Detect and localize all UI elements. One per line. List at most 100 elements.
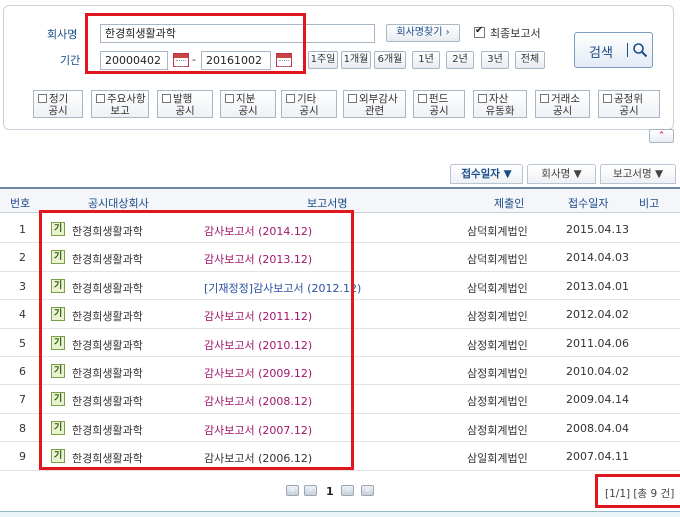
search-icon	[633, 43, 648, 58]
row-number: 8	[19, 421, 26, 435]
category-label-2: 공시	[429, 105, 449, 117]
prev-page-button[interactable]: ‹	[304, 485, 317, 496]
category-checkbox[interactable]	[540, 94, 549, 103]
category-label: 펀드	[429, 93, 449, 105]
current-page[interactable]: 1	[326, 485, 334, 498]
next-page-button[interactable]: ›	[341, 485, 354, 496]
receipt-date: 2013.04.01	[566, 279, 629, 293]
category-label-2: 보고	[110, 105, 130, 117]
last-page-button[interactable]: »	[361, 485, 374, 496]
receipt-date: 2011.04.06	[566, 336, 629, 350]
final-report-label: 최종보고서	[490, 27, 541, 40]
period-2year-button[interactable]: 2년	[446, 51, 474, 69]
category-fund[interactable]: 펀드 공시	[413, 90, 465, 118]
submitter: 삼일회계법인	[467, 452, 528, 466]
header-submitter: 제출인	[494, 197, 525, 210]
period-all-button[interactable]: 전체	[515, 51, 545, 69]
category-checkbox[interactable]	[418, 94, 427, 103]
category-checkbox[interactable]	[286, 94, 295, 103]
receipt-date: 2007.04.11	[566, 450, 629, 464]
submitter: 삼정회계법인	[467, 367, 528, 380]
period-6month-button[interactable]: 6개월	[374, 51, 406, 69]
header-report: 보고서명	[307, 197, 348, 210]
category-ftc[interactable]: 공정위 공시	[598, 90, 660, 118]
category-other[interactable]: 기타 공시	[281, 90, 337, 118]
search-divider	[627, 43, 628, 57]
row-number: 6	[19, 365, 26, 378]
category-checkbox[interactable]	[96, 94, 105, 103]
header-company: 공시대상회사	[88, 197, 149, 210]
search-button[interactable]: 검색	[574, 32, 653, 68]
category-audit[interactable]: 외부감사 관련	[343, 90, 406, 118]
submitter: 삼덕회계법인	[467, 225, 528, 238]
period-3year-button[interactable]: 3년	[481, 51, 509, 69]
category-checkbox[interactable]	[603, 94, 612, 103]
category-checkbox[interactable]	[478, 94, 487, 103]
submitter: 삼정회계법인	[467, 310, 528, 324]
receipt-date: 2015.04.13	[566, 223, 629, 236]
row-number: 1	[19, 223, 26, 236]
row-number: 9	[19, 450, 26, 464]
header-number: 번호	[10, 197, 31, 210]
category-checkbox[interactable]	[162, 94, 171, 103]
receipt-date: 2012.04.02	[566, 308, 629, 322]
submitter: 삼정회계법인	[467, 423, 528, 437]
category-label: 기타	[297, 93, 317, 105]
highlight-results	[39, 210, 354, 470]
category-checkbox[interactable]	[38, 94, 47, 103]
period-1month-button[interactable]: 1개월	[341, 51, 371, 69]
receipt-date: 2010.04.02	[566, 365, 629, 378]
header-date: 접수일자	[568, 197, 609, 210]
category-label: 외부감사	[359, 93, 398, 105]
row-number: 2	[19, 251, 26, 265]
category-label: 공정위	[614, 93, 643, 105]
category-label-2: 공시	[238, 105, 258, 117]
period-1week-button[interactable]: 1주일	[308, 51, 338, 69]
receipt-date: 2008.04.04	[566, 421, 629, 435]
row-number: 5	[19, 336, 26, 350]
chevron-up-icon[interactable]: ⌃	[649, 129, 674, 143]
category-securitization[interactable]: 자산 유동화	[473, 90, 527, 118]
highlight-summary	[595, 474, 680, 508]
category-label-2: 공시	[552, 105, 573, 117]
sort-date-tab[interactable]: 접수일자 ▼	[450, 164, 523, 184]
category-checkbox[interactable]	[225, 94, 234, 103]
header-note: 비고	[639, 197, 660, 210]
row-number: 4	[19, 308, 26, 322]
row-number: 7	[19, 393, 26, 407]
highlight-search-fields	[85, 13, 306, 74]
table-bottom-border	[0, 470, 680, 471]
final-report-checkbox[interactable]	[474, 25, 485, 38]
category-label: 발행	[173, 93, 193, 105]
search-button-label: 검색	[589, 46, 613, 61]
category-equity[interactable]: 지분 공시	[220, 90, 276, 118]
category-label-2: 공시	[619, 105, 639, 117]
company-label: 회사명	[47, 28, 78, 41]
category-exchange[interactable]: 거래소 공시	[535, 90, 590, 118]
row-number: 3	[19, 279, 26, 293]
submitter: 삼덕회계법인	[467, 281, 528, 295]
period-label: 기간	[60, 54, 81, 67]
category-label-2: 공시	[48, 105, 68, 117]
submitter: 삼정회계법인	[467, 338, 528, 352]
first-page-button[interactable]: «	[286, 485, 299, 496]
category-major[interactable]: 주요사항 보고	[91, 90, 149, 118]
category-checkbox[interactable]	[348, 94, 357, 103]
sort-report-tab[interactable]: 보고서명 ▼	[600, 164, 676, 184]
category-regular[interactable]: 정기 공시	[33, 90, 83, 118]
footer-bar	[0, 511, 680, 517]
category-label: 정기	[49, 93, 69, 105]
submitter: 삼정회계법인	[467, 395, 528, 409]
category-label: 지분	[236, 93, 256, 105]
category-label-2: 공시	[175, 105, 195, 117]
receipt-date: 2014.04.03	[566, 251, 629, 265]
sort-company-tab[interactable]: 회사명 ▼	[527, 164, 596, 184]
period-1year-button[interactable]: 1년	[412, 51, 440, 69]
category-label: 자산	[489, 93, 509, 105]
category-label: 거래소	[551, 93, 580, 105]
find-company-button[interactable]: 회사명찾기 ›	[386, 24, 460, 42]
category-label: 주요사항	[107, 93, 146, 105]
receipt-date: 2009.04.14	[566, 393, 629, 407]
category-issuance[interactable]: 발행 공시	[157, 90, 213, 118]
category-label-2: 관련	[364, 105, 385, 117]
